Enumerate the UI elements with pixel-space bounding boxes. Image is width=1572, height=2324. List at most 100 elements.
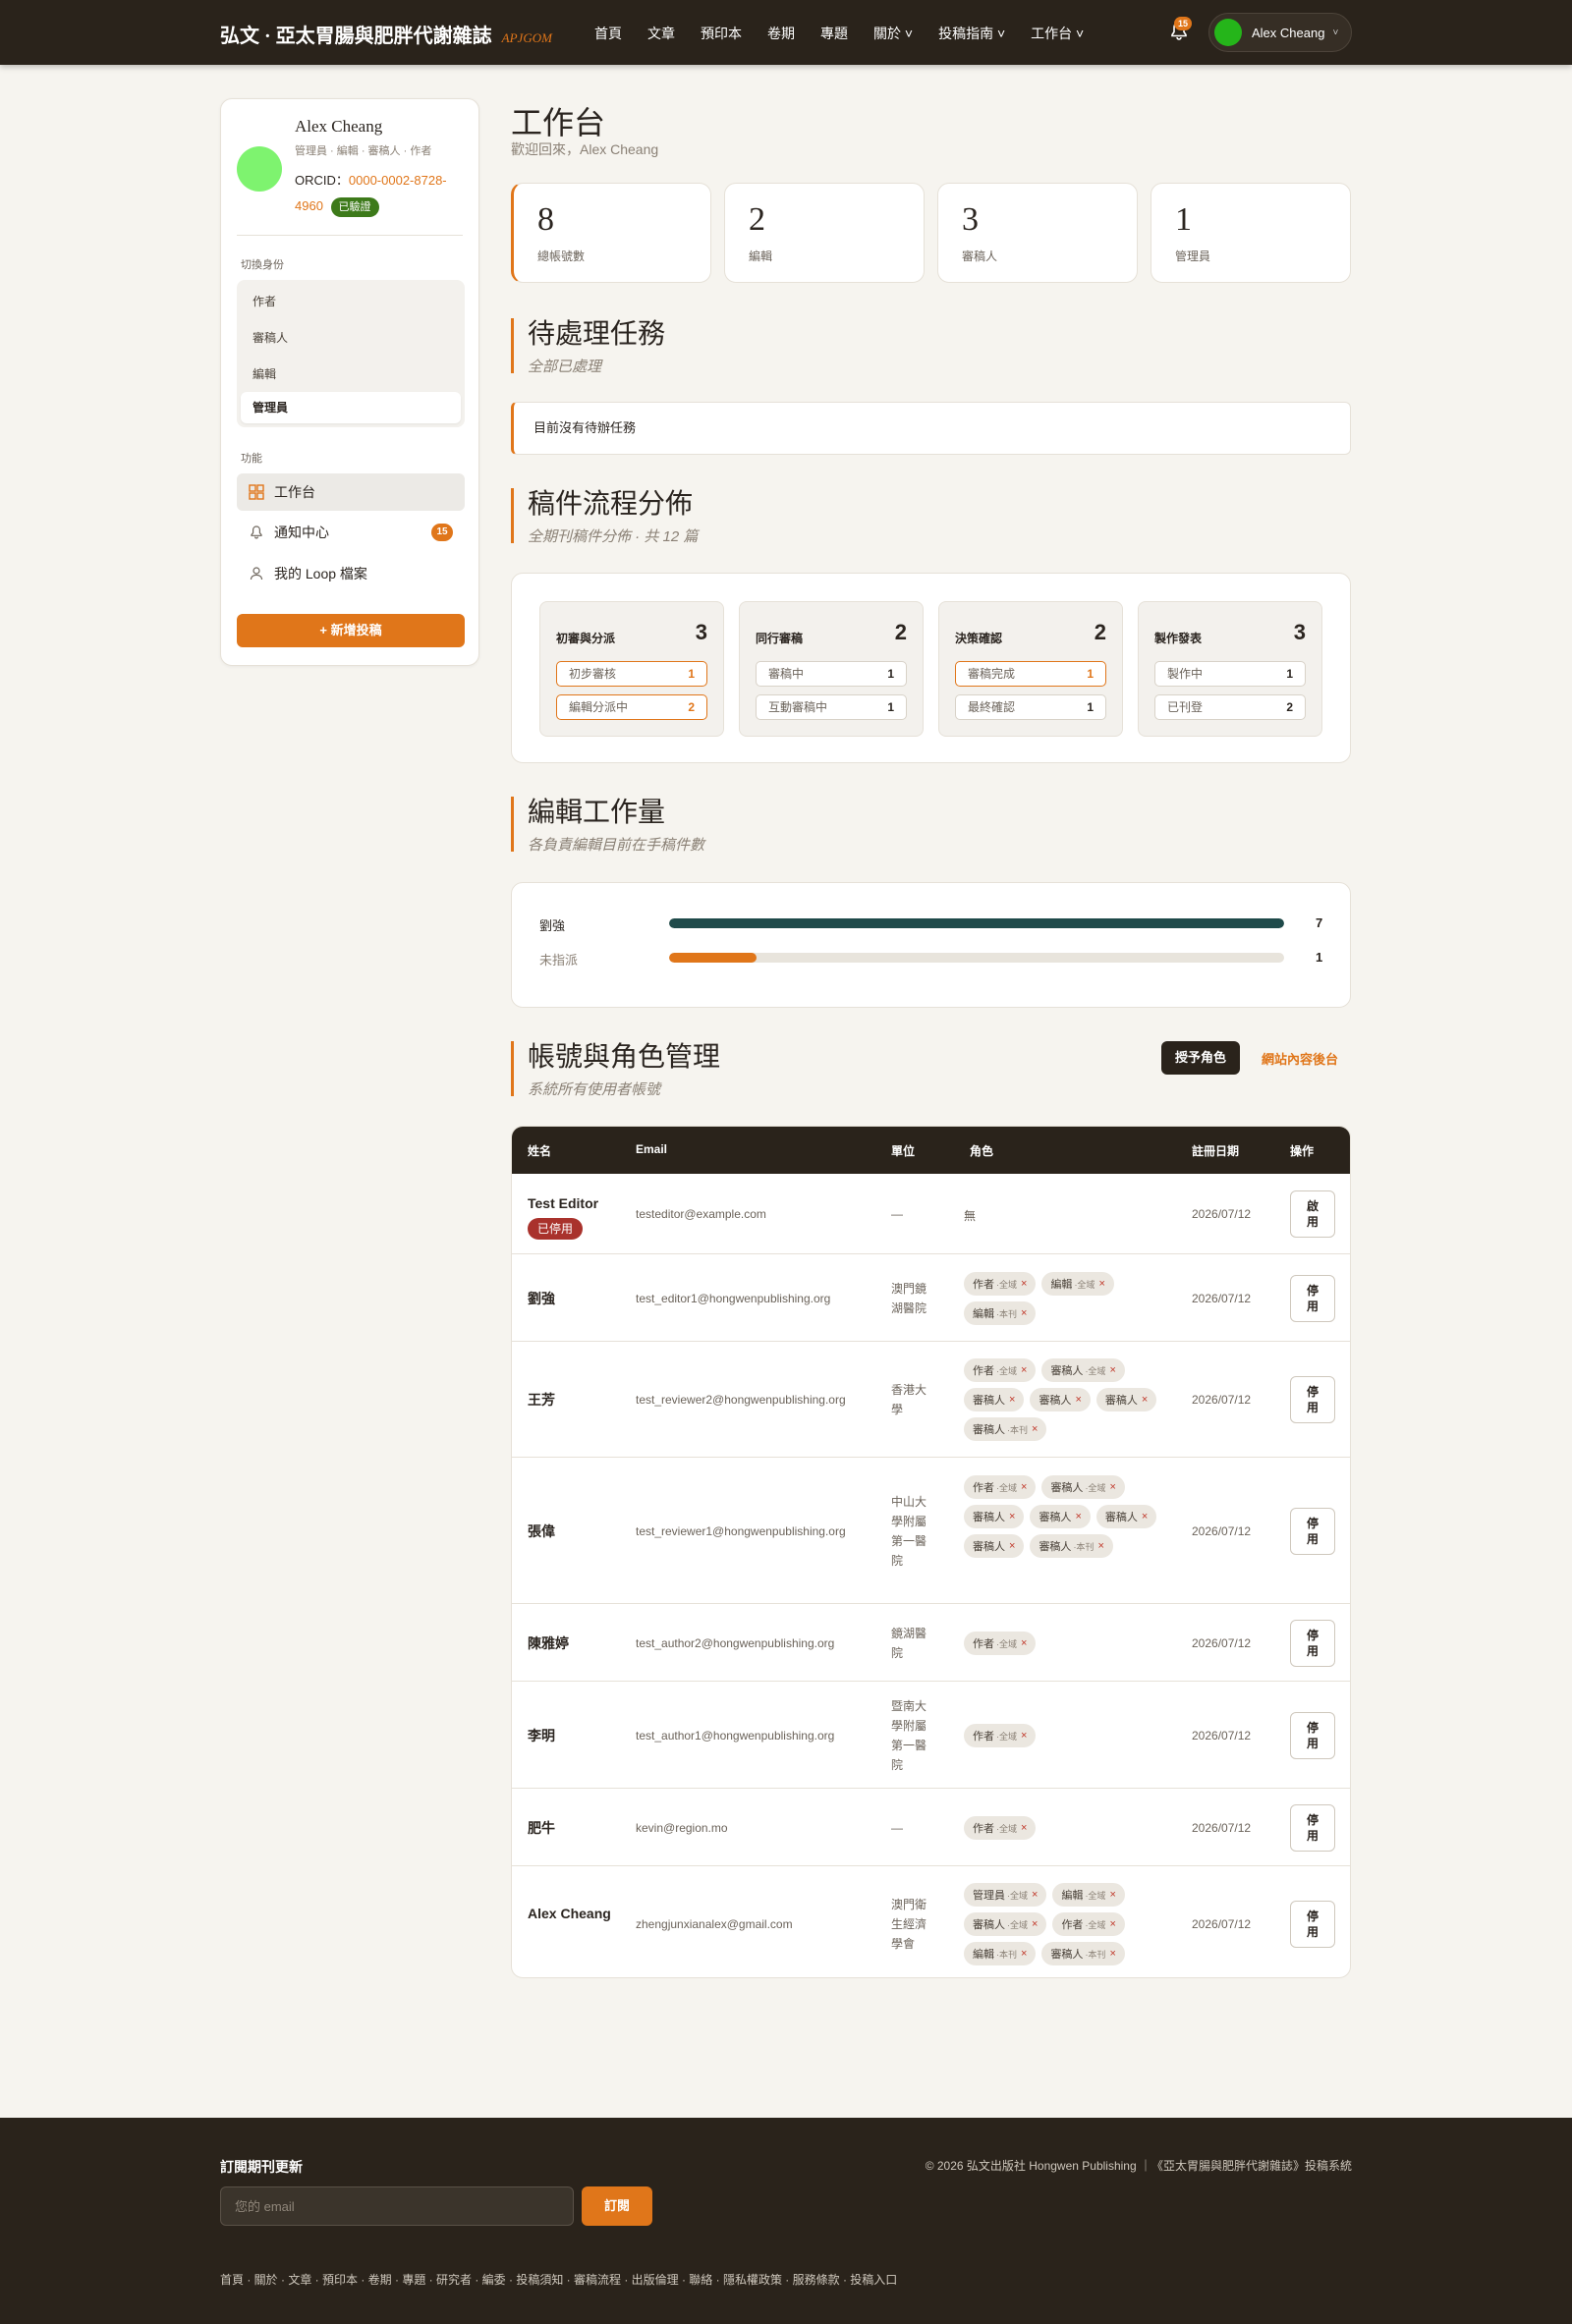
role-chip: 作者 ·全域 × xyxy=(964,1475,1037,1499)
cms-backend-link[interactable]: 網站內容後台 xyxy=(1262,1049,1338,1068)
role-name: 作者 xyxy=(973,1365,994,1377)
stage-substatus[interactable]: 審稿完成 1 xyxy=(955,661,1106,687)
toggle-account-button[interactable]: 啟用 xyxy=(1290,1190,1335,1238)
nav-item[interactable]: 投稿指南 ˅ xyxy=(938,24,1005,43)
role-name: 編輯 xyxy=(1061,1890,1084,1902)
user-menu-button[interactable]: Alex Cheang ˅ xyxy=(1208,13,1352,52)
identity-author[interactable]: 作者 xyxy=(253,293,276,309)
stage-title: 同行審稿 xyxy=(756,632,804,645)
remove-role-icon[interactable]: × xyxy=(1109,1918,1115,1930)
toggle-account-button[interactable]: 停用 xyxy=(1290,1376,1335,1423)
remove-role-icon[interactable]: × xyxy=(1021,1364,1027,1376)
role-name: 審稿人 xyxy=(1104,1395,1138,1407)
role-chip: 作者 ·全域 × xyxy=(964,1272,1037,1296)
cell-date: 2026/07/12 xyxy=(1192,1524,1252,1538)
stage-substatus[interactable]: 編輯分派中 2 xyxy=(556,694,707,720)
sidebar-item-notifications[interactable]: 通知中心 15 xyxy=(237,514,465,551)
user-name: 肥牛 xyxy=(528,1820,555,1836)
grant-role-button[interactable]: 授予角色 xyxy=(1161,1041,1240,1075)
column-header-date: 註冊日期 xyxy=(1192,1144,1240,1158)
section-title: 稿件流程分佈 xyxy=(528,489,694,520)
workload-section-header: 編輯工作量 各負責編輯目前在手稿件數 xyxy=(511,797,704,854)
remove-role-icon[interactable]: × xyxy=(1032,1423,1038,1435)
nav-item[interactable]: 工作台 ˅ xyxy=(1031,24,1084,43)
remove-role-icon[interactable]: × xyxy=(1109,1889,1115,1901)
remove-role-icon[interactable]: × xyxy=(1009,1540,1015,1552)
brand-logo[interactable]: 弘文 · 亞太胃腸與肥胖代謝雜誌 APJGOM xyxy=(220,20,552,48)
subscribe-email-input[interactable] xyxy=(220,2186,574,2226)
role-chip: 審稿人 ·全域 × xyxy=(964,1912,1047,1936)
identity-editor[interactable]: 編輯 xyxy=(253,365,276,382)
chevron-down-icon: ˅ xyxy=(1332,27,1339,38)
role-chip: 編輯 ·全域 × xyxy=(1041,1272,1114,1296)
identity-admin[interactable]: 管理員 xyxy=(241,392,461,423)
remove-role-icon[interactable]: × xyxy=(1021,1948,1027,1960)
new-submission-button[interactable]: + 新增投稿 xyxy=(237,614,465,647)
remove-role-icon[interactable]: × xyxy=(1098,1278,1104,1290)
remove-role-icon[interactable]: × xyxy=(1109,1948,1115,1960)
stage-substatus[interactable]: 審稿中 1 xyxy=(756,661,907,687)
cell-date: 2026/07/12 xyxy=(1192,1729,1252,1743)
footer-links[interactable]: 首頁 · 關於 · 文章 · 預印本 · 卷期 · 專題 · 研究者 · 編委 … xyxy=(220,2271,897,2288)
remove-role-icon[interactable]: × xyxy=(1032,1918,1038,1930)
remove-role-icon[interactable]: × xyxy=(1021,1730,1027,1742)
role-name: 審稿人 xyxy=(1039,1395,1072,1407)
toggle-account-button[interactable]: 停用 xyxy=(1290,1804,1335,1852)
toggle-account-button[interactable]: 停用 xyxy=(1290,1712,1335,1759)
nav-item[interactable]: 文章 xyxy=(647,24,675,43)
substatus-count: 1 xyxy=(887,667,894,681)
subscribe-button[interactable]: 訂閱 xyxy=(582,2186,652,2226)
sidebar-item-label: 通知中心 xyxy=(274,525,329,540)
stat-card-editors: 2 編輯 xyxy=(724,183,925,283)
remove-role-icon[interactable]: × xyxy=(1142,1394,1148,1406)
user-name: Alex Cheang xyxy=(528,1906,611,1921)
remove-role-icon[interactable]: × xyxy=(1097,1540,1103,1552)
toggle-account-button[interactable]: 停用 xyxy=(1290,1275,1335,1322)
toggle-account-button[interactable]: 停用 xyxy=(1290,1508,1335,1555)
nav-item[interactable]: 首頁 xyxy=(594,24,622,43)
remove-role-icon[interactable]: × xyxy=(1009,1511,1015,1522)
divider xyxy=(237,235,463,236)
remove-role-icon[interactable]: × xyxy=(1032,1889,1038,1901)
sidebar-item-dashboard[interactable]: 工作台 xyxy=(237,473,465,511)
toggle-account-button[interactable]: 停用 xyxy=(1290,1901,1335,1948)
stage-substatus[interactable]: 互動審稿中 1 xyxy=(756,694,907,720)
table-row: Test Editor 已停用 testeditor@example.com — 無 20… xyxy=(512,1174,1350,1254)
stage-substatus[interactable]: 已刊登 2 xyxy=(1154,694,1306,720)
stage-substatus[interactable]: 初步審核 1 xyxy=(556,661,707,687)
remove-role-icon[interactable]: × xyxy=(1142,1511,1148,1522)
cell-date: 2026/07/12 xyxy=(1192,1393,1252,1407)
remove-role-icon[interactable]: × xyxy=(1009,1394,1015,1406)
nav-item[interactable]: 關於 ˅ xyxy=(873,24,913,43)
sidebar-item-loop-profile[interactable]: 我的 Loop 檔案 xyxy=(237,555,465,592)
remove-role-icon[interactable]: × xyxy=(1021,1822,1027,1834)
cell-unit: 暨南大學附屬第一醫院 xyxy=(891,1699,927,1772)
cell-unit: 香港大學 xyxy=(891,1383,927,1416)
remove-role-icon[interactable]: × xyxy=(1021,1307,1027,1319)
nav-item[interactable]: 預印本 xyxy=(701,24,742,43)
remove-role-icon[interactable]: × xyxy=(1021,1481,1027,1493)
cell-email: test_reviewer1@hongwenpublishing.org xyxy=(636,1524,846,1538)
remove-role-icon[interactable]: × xyxy=(1075,1511,1081,1522)
identity-reviewer[interactable]: 審稿人 xyxy=(253,329,288,346)
stage-substatus[interactable]: 製作中 1 xyxy=(1154,661,1306,687)
function-label: 功能 xyxy=(241,453,262,465)
substatus-count: 2 xyxy=(1286,700,1293,714)
stage-count: 3 xyxy=(695,620,707,644)
remove-role-icon[interactable]: × xyxy=(1021,1637,1027,1649)
toggle-account-button[interactable]: 停用 xyxy=(1290,1620,1335,1667)
cell-roles: 作者 ·全域 × 審稿人 ·全域 × 審稿人 × 審稿人 × 審稿人 × 審稿人 × 審稿人 ·本刊 × xyxy=(964,1475,1160,1558)
cell-unit: 澳門衛生經濟學會 xyxy=(891,1898,927,1951)
remove-role-icon[interactable]: × xyxy=(1021,1278,1027,1290)
remove-role-icon[interactable]: × xyxy=(1075,1394,1081,1406)
role-name: 審稿人 xyxy=(973,1395,1005,1407)
stage-substatus[interactable]: 最終確認 1 xyxy=(955,694,1106,720)
remove-role-icon[interactable]: × xyxy=(1109,1364,1115,1376)
nav-item[interactable]: 卷期 xyxy=(767,24,795,43)
role-chip: 審稿人 ·全域 × xyxy=(1041,1475,1125,1499)
table-row: 李明 test_author1@hongwenpublishing.org 暨南大學… xyxy=(512,1682,1350,1789)
column-header-roles: 角色 xyxy=(970,1144,994,1158)
nav-item[interactable]: 專題 xyxy=(820,24,848,43)
cell-date: 2026/07/12 xyxy=(1192,1636,1252,1650)
remove-role-icon[interactable]: × xyxy=(1109,1481,1115,1493)
